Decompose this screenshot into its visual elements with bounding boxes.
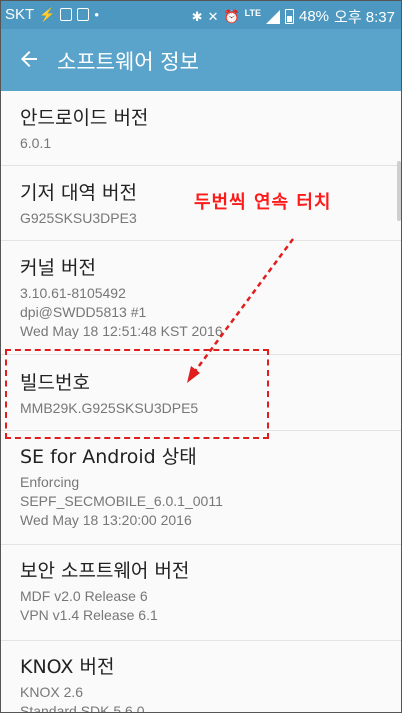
status-bar: SKT ⚡ • ✱ ✕ ⏰ LTE 48% 오후 8:37 — [1, 1, 401, 29]
page-title: 소프트웨어 정보 — [57, 50, 199, 74]
list-item-knox-version[interactable]: KNOX 버전 KNOX 2.6 Standard SDK 5.6.0 — [1, 641, 401, 713]
annotation-highlight-box — [5, 349, 269, 439]
back-arrow-icon[interactable] — [17, 47, 41, 71]
item-title: 커널 버전 — [20, 257, 96, 279]
item-value-line: MDF v2.0 Release 6 — [20, 588, 148, 604]
item-value-line: Wed May 18 13:20:00 2016 — [20, 512, 192, 528]
item-value-line: VPN v1.4 Release 6.1 — [20, 607, 158, 623]
mute-icon: ✕ — [207, 8, 219, 24]
item-title: 안드로이드 버전 — [20, 107, 149, 129]
bluetooth-icon: ✱ — [191, 8, 203, 24]
volte-icon: ⚡ — [39, 6, 56, 22]
alarm-icon: ⏰ — [223, 8, 240, 24]
signal-icon — [266, 9, 280, 24]
item-value-line: 3.10.61-8105492 — [20, 285, 126, 301]
list-item-android-version[interactable]: 안드로이드 버전 6.0.1 — [1, 91, 401, 166]
screenshot-notification-icon — [77, 8, 90, 21]
status-bar-right: ✱ ✕ ⏰ LTE 48% 오후 8:37 — [192, 6, 395, 27]
scrollbar[interactable] — [397, 161, 401, 221]
item-value-line: SEPF_SECMOBILE_6.0.1_0011 — [20, 493, 223, 509]
list-item-se-android-status[interactable]: SE for Android 상태 Enforcing SEPF_SECMOBI… — [1, 431, 401, 545]
battery-percent: 48% — [299, 8, 330, 25]
item-value-line: KNOX 2.6 — [20, 684, 84, 700]
item-value: 6.0.1 — [20, 135, 52, 151]
lte-indicator: LTE — [244, 8, 261, 18]
item-value-line: dpi@SWDD5813 #1 — [20, 304, 147, 320]
app-toolbar: 소프트웨어 정보 — [1, 29, 401, 91]
item-title: 보안 소프트웨어 버전 — [20, 560, 190, 582]
item-title: KNOX 버전 — [20, 656, 115, 678]
screenshot-frame: SKT ⚡ • ✱ ✕ ⏰ LTE 48% 오후 8:37 소프트웨어 정보 안… — [0, 0, 402, 713]
annotation-text: 두번씩 연속 터치 — [194, 192, 332, 213]
list-item-security-software-version[interactable]: 보안 소프트웨어 버전 MDF v2.0 Release 6 VPN v1.4 … — [1, 545, 401, 641]
item-value-line: Standard SDK 5.6.0 — [20, 703, 145, 713]
clock: 오후 8:37 — [334, 9, 395, 26]
status-bar-left: SKT ⚡ • — [5, 6, 99, 23]
more-notifications-icon: • — [94, 6, 99, 22]
item-value-line: Enforcing — [20, 474, 80, 490]
item-title: SE for Android 상태 — [20, 446, 197, 468]
list-item-kernel-version[interactable]: 커널 버전 3.10.61-8105492 dpi@SWDD5813 #1 We… — [1, 241, 401, 355]
gallery-notification-icon — [60, 8, 73, 21]
carrier-label: SKT — [5, 6, 35, 23]
item-value-line: Wed May 18 12:51:48 KST 2016 — [20, 323, 223, 339]
battery-icon — [285, 9, 294, 24]
